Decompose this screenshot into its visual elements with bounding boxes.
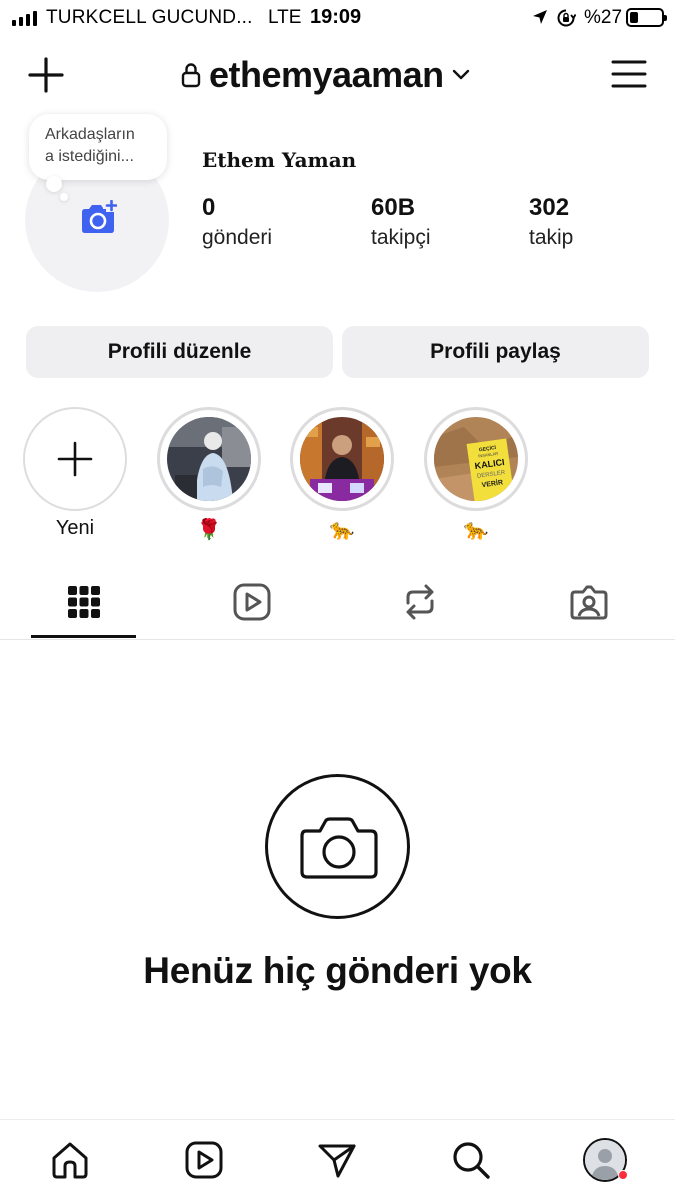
highlight-cover-image [167, 417, 251, 501]
chevron-down-icon [452, 69, 469, 80]
highlight-cover-image [300, 417, 384, 501]
stat-followers-count: 60B [371, 194, 416, 221]
highlight-label: 🐆 [463, 519, 489, 541]
highlight-item[interactable]: 🐆 [290, 407, 394, 541]
reposts-icon[interactable] [400, 582, 440, 622]
note-text-line2: a istediğini... [45, 148, 134, 165]
signal-icon [12, 10, 37, 26]
account-switcher[interactable]: ethemyaaman [181, 54, 470, 96]
highlight-label: 🐆 [329, 519, 355, 541]
highlight-label: 🌹 [196, 519, 222, 541]
note-text-line1: Arkadaşların [45, 126, 135, 143]
empty-state-title: Henüz hiç gönderi yok [143, 950, 532, 991]
highlight-cover-image: GEÇİCİ İNSANLAR KALICI DERSLER VERİR [434, 417, 518, 501]
highlight-ring: GEÇİCİ İNSANLAR KALICI DERSLER VERİR [424, 407, 528, 511]
location-arrow-icon [533, 10, 547, 24]
stat-following-count: 302 [529, 194, 570, 221]
battery-icon [626, 8, 667, 27]
lock-icon [181, 63, 201, 88]
highlight-new[interactable]: Yeni [23, 407, 127, 541]
clock: 19:09 [310, 6, 362, 28]
home-icon[interactable] [50, 1140, 90, 1180]
plus-icon[interactable] [27, 56, 65, 94]
profile-tabs [0, 570, 675, 640]
camera-icon [300, 817, 378, 879]
menu-icon[interactable] [611, 58, 647, 90]
highlight-item[interactable]: GEÇİCİ İNSANLAR KALICI DERSLER VERİR 🐆 [424, 407, 528, 541]
carrier-name: TURKCELL GUCUND... [46, 7, 253, 28]
tagged-icon[interactable] [569, 582, 609, 622]
note-bubble-tail-small [60, 193, 68, 201]
search-icon[interactable] [451, 1140, 491, 1180]
active-tab-indicator [31, 635, 136, 638]
network-type: LTE [268, 7, 302, 28]
stat-posts-label: gönderi [202, 226, 273, 249]
stat-posts-count: 0 [202, 194, 216, 221]
stat-followers[interactable]: 60B takipçi [371, 194, 431, 250]
plus-icon [57, 441, 93, 477]
reels-icon[interactable] [184, 1140, 224, 1180]
share-profile-button[interactable]: Profili paylaş [342, 326, 649, 378]
stat-followers-label: takipçi [371, 226, 431, 249]
stat-following[interactable]: 302 takip [529, 194, 573, 250]
bottom-navigation [0, 1119, 675, 1200]
empty-state-circle [265, 774, 410, 919]
profile-full-name: Ethem Yaman [202, 148, 357, 172]
battery-level [630, 12, 638, 23]
stat-following-label: takip [529, 226, 574, 249]
grid-icon[interactable] [64, 582, 104, 622]
highlight-ring [290, 407, 394, 511]
note-bubble-tail [46, 176, 62, 192]
messages-icon[interactable] [317, 1140, 357, 1180]
notification-dot [618, 1170, 628, 1180]
edit-profile-button[interactable]: Profili düzenle [26, 326, 333, 378]
reels-icon[interactable] [232, 582, 272, 622]
profile-header: ethemyaaman [0, 44, 675, 106]
highlight-ring [157, 407, 261, 511]
highlight-item[interactable]: 🌹 [157, 407, 261, 541]
rotation-lock-icon [557, 9, 576, 27]
username: ethemyaaman [209, 54, 444, 95]
note-bubble[interactable]: Arkadaşların a istediğini... [29, 114, 167, 180]
status-bar: TURKCELL GUCUND... LTE 19:09 %27 [0, 0, 675, 36]
highlight-ring [23, 407, 127, 511]
add-photo-icon [82, 200, 117, 233]
battery-percentage: %27 [584, 7, 623, 28]
stat-posts[interactable]: 0 gönderi [202, 194, 272, 250]
highlight-label: Yeni [55, 517, 95, 539]
